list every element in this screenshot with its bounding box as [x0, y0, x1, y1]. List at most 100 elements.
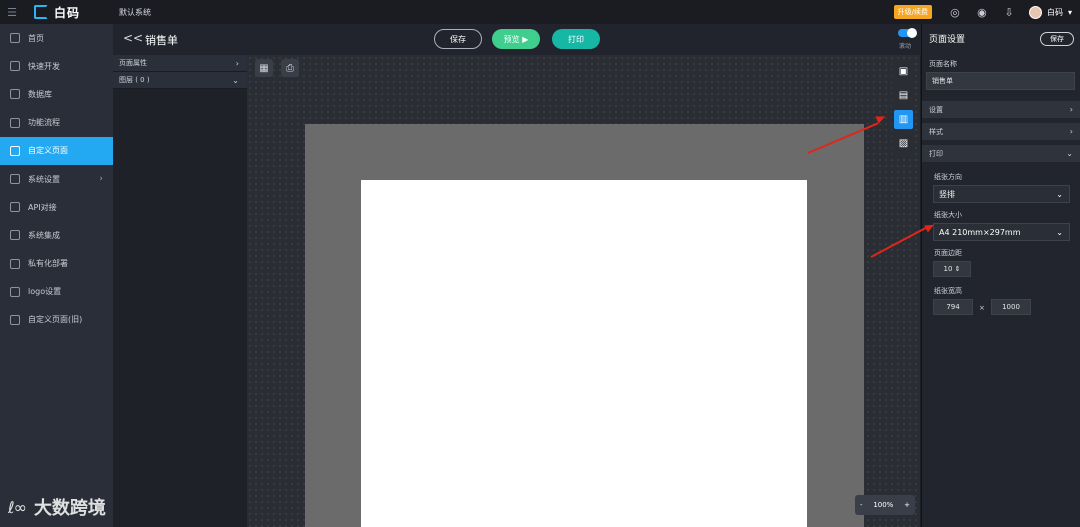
row-label: 图层 ( 0 )	[119, 76, 150, 84]
print-button[interactable]: 打印	[552, 29, 600, 49]
menu-toggle-icon[interactable]: ☰	[0, 0, 24, 24]
watermark: ℓ∞ 大数跨境	[8, 494, 106, 520]
paper-background	[305, 124, 864, 527]
paper-page[interactable]	[361, 180, 807, 527]
section-label: 样式	[929, 127, 943, 136]
home-icon	[10, 33, 20, 44]
sidebar-item-label: API对接	[28, 202, 57, 212]
monitor-icon	[10, 174, 20, 185]
sidebar-item-api[interactable]: API对接	[0, 193, 113, 221]
page-name-field[interactable]: 销售单	[926, 72, 1075, 90]
printer-icon[interactable]: ⎙	[281, 59, 299, 77]
style-section[interactable]: 样式 ›	[922, 123, 1080, 140]
eye-icon[interactable]: ◉	[975, 5, 989, 19]
system-name[interactable]: 默认系统	[119, 7, 151, 18]
upgrade-badge[interactable]: 升级/续费	[893, 5, 932, 19]
margin-stepper[interactable]: 10 ⇕	[933, 261, 971, 277]
layers-row[interactable]: 图层 ( 0 ) ⌄	[113, 72, 247, 89]
sidebar-item-logo-settings[interactable]: logo设置	[0, 278, 113, 306]
sidebar-item-quick-dev[interactable]: 快速开发	[0, 52, 113, 80]
sidebar-item-label: 功能流程	[28, 118, 60, 128]
panel-title: 页面设置	[929, 35, 966, 45]
image-icon	[10, 286, 20, 297]
sidebar-item-label: 系统设置	[28, 174, 60, 184]
paper-height-field[interactable]: 1000	[991, 299, 1031, 315]
sidebar-item-system-settings[interactable]: 系统设置 ›	[0, 165, 113, 193]
preview-button[interactable]: 预览 ▶	[492, 29, 540, 49]
editor-header: << 销售单 保存 预览 ▶ 打印 滚动	[113, 24, 921, 55]
sidebar-item-label: 首页	[28, 33, 44, 43]
layers-icon	[10, 230, 20, 241]
user-menu[interactable]: 白码 ▾	[1028, 5, 1072, 19]
sidebar-item-integration[interactable]: 系统集成	[0, 221, 113, 249]
paper-wh-label: 纸张宽高	[934, 287, 962, 295]
page-properties-row[interactable]: 页面属性 ›	[113, 55, 247, 72]
chevron-right-icon: ›	[99, 174, 103, 185]
save-button[interactable]: 保存	[434, 29, 482, 49]
grid-icon[interactable]: ▦	[255, 59, 273, 77]
chevron-right-icon: ›	[1069, 127, 1073, 136]
sidebar-item-private-deploy[interactable]: 私有化部署	[0, 250, 113, 278]
database-icon	[10, 89, 20, 100]
section-label: 打印	[929, 149, 943, 158]
sidebar-item-custom-page-old[interactable]: 自定义页面(旧)	[0, 306, 113, 334]
sidebar-item-label: 系统集成	[28, 230, 60, 240]
api-icon	[10, 202, 20, 213]
zoom-control: - 100% +	[855, 495, 915, 515]
image-settings-icon[interactable]: ▨	[894, 134, 913, 153]
paper-width-field[interactable]: 794	[933, 299, 973, 315]
paper-direction-label: 纸张方向	[934, 173, 962, 181]
page-old-icon	[10, 314, 20, 325]
top-bar: ☰ 白码 默认系统 升级/续费 ◎ ◉ ⇩ 白码 ▾	[0, 0, 1080, 24]
sidebar-item-workflow[interactable]: 功能流程	[0, 109, 113, 137]
play-circle-icon[interactable]: ◎	[948, 5, 962, 19]
chevron-down-icon: ⌄	[232, 75, 239, 85]
download-icon[interactable]: ⇩	[1002, 5, 1016, 19]
workflow-icon	[10, 117, 20, 128]
side-toolbar: ▣ ▤ ▥ ▨	[892, 59, 915, 155]
sidebar-item-label: logo设置	[28, 287, 62, 297]
stepper-arrows-icon[interactable]: ⇕	[955, 265, 961, 273]
chevron-right-icon: ›	[235, 58, 239, 68]
row-label: 页面属性	[119, 59, 147, 67]
logo-text: 白码	[54, 5, 81, 20]
back-icon[interactable]: <<	[123, 31, 143, 45]
components-icon[interactable]: ▣	[894, 62, 913, 81]
canvas-area[interactable]: ▦ ⎙ ▣ ▤ ▥ ▨ - 100% +	[247, 55, 920, 527]
section-label: 设置	[929, 105, 943, 114]
top-right-tools: 升级/续费 ◎ ◉ ⇩ 白码 ▾	[893, 0, 1080, 24]
sidebar-item-home[interactable]: 首页	[0, 24, 113, 52]
sidebar-item-label: 自定义页面	[28, 146, 68, 156]
settings-section[interactable]: 设置 ›	[922, 101, 1080, 118]
clipboard-icon[interactable]: ▤	[894, 86, 913, 105]
print-section[interactable]: 打印 ⌄	[922, 145, 1080, 162]
zoom-in-button[interactable]: +	[904, 501, 910, 509]
sidebar-item-label: 自定义页面(旧)	[28, 315, 83, 325]
sidebar-item-label: 私有化部署	[28, 259, 68, 269]
page-settings-panel: 页面设置 保存 页面名称 销售单 设置 › 样式 › 打印 ⌄ 纸张方向 竖排 ⌄ 纸张…	[921, 24, 1080, 527]
zoom-out-button[interactable]: -	[860, 501, 863, 509]
properties-panel: 页面属性 › 图层 ( 0 ) ⌄	[113, 55, 247, 527]
paper-size-label: 纸张大小	[934, 211, 962, 219]
zoom-level: 100%	[873, 501, 894, 509]
paper-direction-select[interactable]: 竖排 ⌄	[933, 185, 1070, 203]
watermark-logo: ℓ∞	[8, 497, 27, 517]
logo: 白码	[34, 4, 80, 21]
sidebar-item-database[interactable]: 数据库	[0, 80, 113, 108]
sidebar: 首页 快速开发 数据库 功能流程 自定义页面 系统设置 › API对接 系统集成 …	[0, 24, 113, 527]
sidebar-item-custom-page[interactable]: 自定义页面	[0, 136, 113, 165]
paper-size-select[interactable]: A4 210mm×297mm ⌄	[933, 223, 1070, 241]
margin-value: 10	[943, 265, 953, 273]
size-separator: ×	[979, 304, 985, 312]
panel-save-button[interactable]: 保存	[1040, 32, 1074, 46]
page-title: 销售单	[145, 34, 178, 47]
scroll-toggle-label: 滚动	[899, 43, 912, 50]
preview-label: 预览	[503, 34, 520, 44]
select-value: 竖排	[939, 189, 955, 199]
chevron-right-icon: ›	[1069, 105, 1073, 114]
scroll-toggle[interactable]	[898, 28, 917, 38]
page-layout-icon[interactable]: ▥	[894, 110, 913, 129]
margin-label: 页面边距	[934, 249, 962, 257]
user-name: 白码	[1046, 7, 1063, 17]
lock-icon	[10, 258, 20, 269]
